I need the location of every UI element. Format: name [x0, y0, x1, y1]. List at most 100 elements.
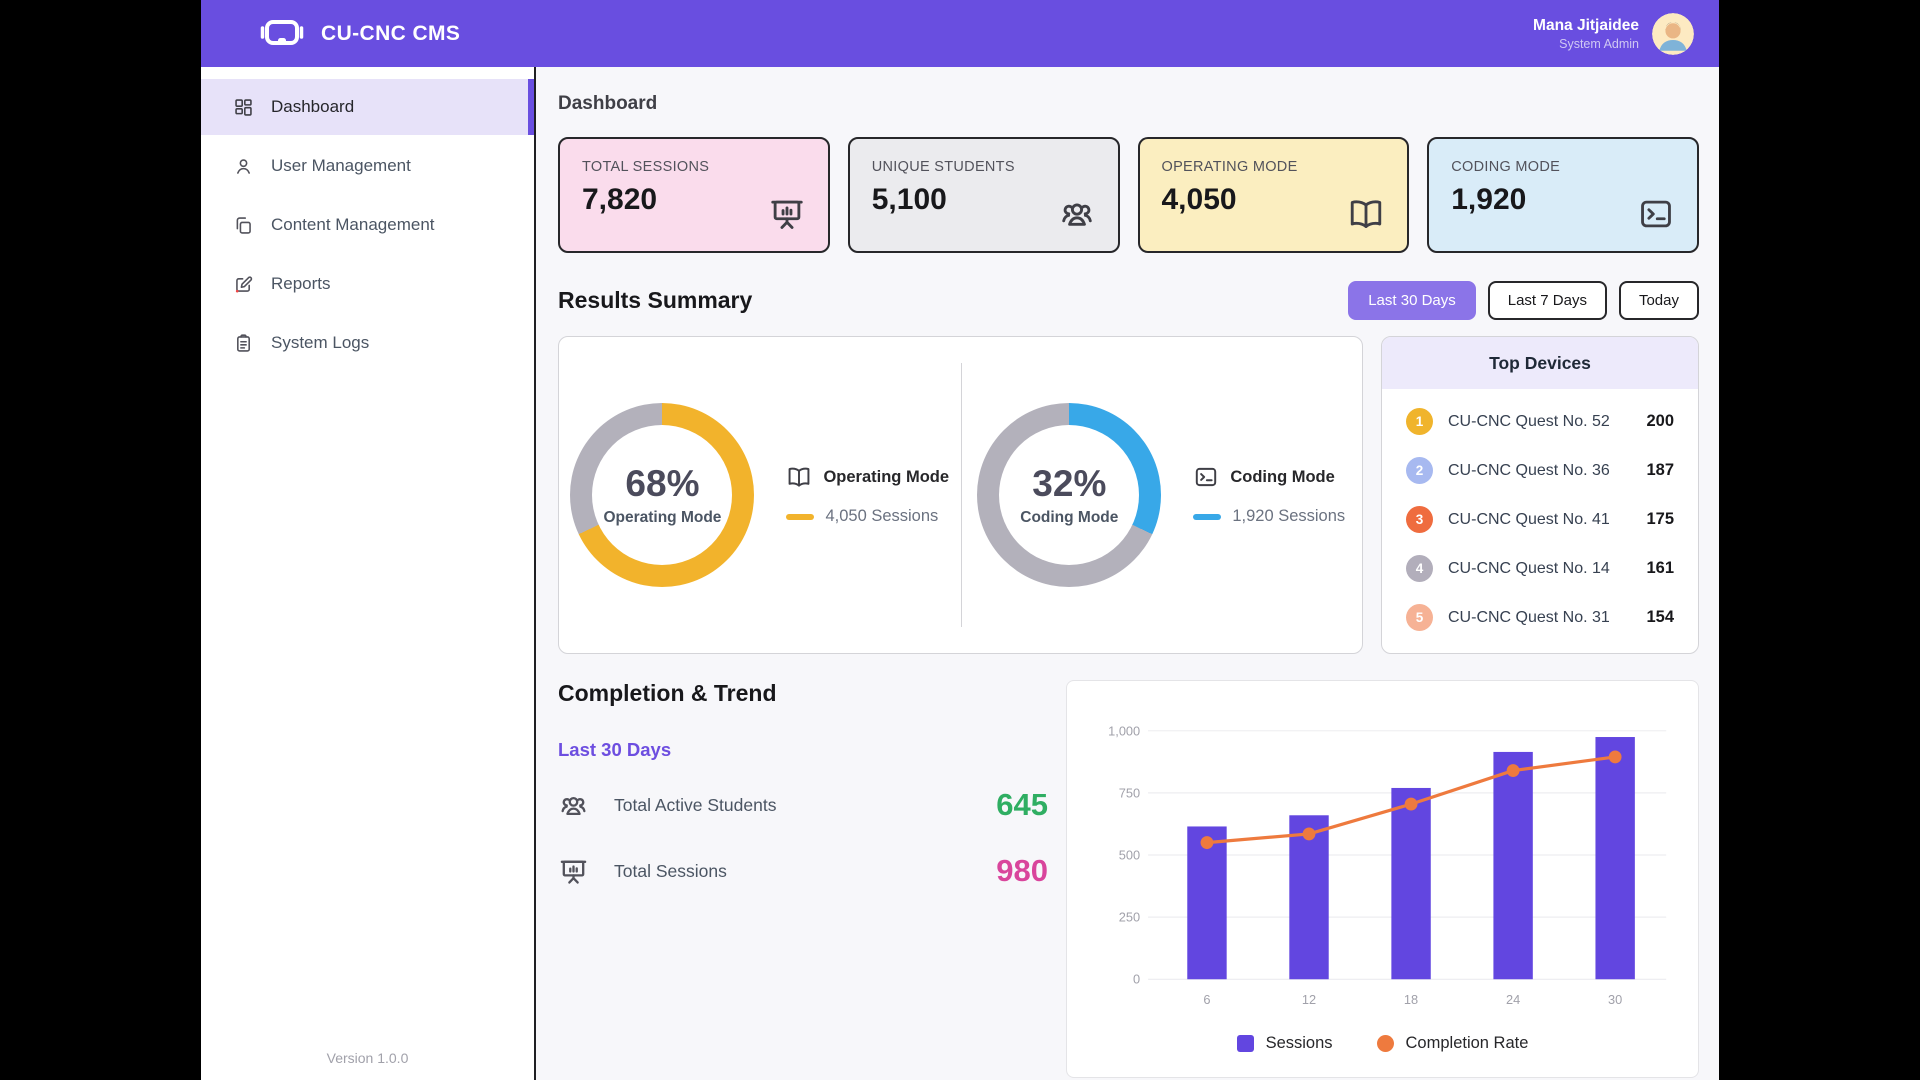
app-title: CU-CNC CMS — [321, 21, 461, 45]
sidebar-item-label: User Management — [271, 156, 411, 175]
donut-chart: 32% Coding Mode — [977, 403, 1162, 587]
sidebar-item-label: Dashboard — [271, 97, 355, 116]
filter-button-today[interactable]: Today — [1618, 281, 1699, 320]
trend-stat-value: 980 — [996, 853, 1048, 888]
filter-button-last-7-days[interactable]: Last 7 Days — [1487, 281, 1607, 320]
clipboard-icon — [233, 333, 254, 354]
rank-badge: 4 — [1406, 555, 1433, 582]
svg-text:24: 24 — [1506, 992, 1520, 1007]
trend-stat-label: Total Active Students — [614, 794, 777, 815]
svg-text:750: 750 — [1119, 785, 1140, 800]
time-filter-group: Last 30 Days Last 7 Days Today — [1348, 281, 1699, 320]
device-name: CU-CNC Quest No. 41 — [1448, 510, 1610, 528]
donut-panel-coding-mode: 32% Coding Mode Coding Mode 1,920 Sessions — [961, 337, 1363, 653]
donut-legend-value: 4,050 Sessions — [825, 507, 939, 525]
donut-panel-operating-mode: 68% Operating Mode Operating Mode 4,050 Ses… — [559, 337, 961, 653]
terminal-icon — [1637, 195, 1675, 233]
top-header-bar: CU-CNC CMS Mana Jitjaidee System Admin — [201, 0, 1719, 67]
user-name: Mana Jitjaidee — [1533, 16, 1639, 34]
completion-trend-heading: Completion & Trend — [558, 680, 777, 706]
presentation-chart-icon — [558, 856, 589, 887]
stat-cards-row: TOTAL SESSIONS 7,820 UNIQUE STUDENTS 5,100 O… — [558, 137, 1699, 253]
donut-center-label: Operating Mode — [603, 509, 722, 526]
stat-card-unique-students: UNIQUE STUDENTS 5,100 — [847, 137, 1120, 253]
sidebar-item-label: Reports — [271, 274, 331, 293]
svg-text:0: 0 — [1133, 972, 1140, 987]
sidebar-item-dashboard[interactable]: Dashboard — [201, 79, 534, 135]
svg-text:500: 500 — [1119, 847, 1140, 862]
legend-dash — [1193, 513, 1222, 520]
open-book-icon — [1347, 195, 1385, 233]
app-logo-icon — [257, 18, 307, 50]
stat-card-label: TOTAL SESSIONS — [582, 159, 710, 175]
sidebar: Dashboard User Management Content Manageme… — [201, 67, 536, 1080]
copy-icon — [233, 215, 254, 236]
main-content: Dashboard TOTAL SESSIONS 7,820 UNIQUE STUD… — [536, 67, 1719, 1080]
donut-legend-title: Operating Mode — [823, 467, 950, 486]
top-devices-title: Top Devices — [1382, 337, 1698, 389]
donut-legend-value: 1,920 Sessions — [1232, 507, 1346, 525]
donut-chart: 68% Operating Mode — [570, 403, 755, 587]
device-value: 187 — [1646, 461, 1674, 479]
donut-percent: 68% — [625, 463, 700, 504]
device-name: CU-CNC Quest No. 31 — [1448, 608, 1610, 626]
stat-card-label: OPERATING MODE — [1161, 159, 1298, 175]
stat-card-label: CODING MODE — [1451, 159, 1561, 175]
sidebar-item-user-management[interactable]: User Management — [201, 138, 534, 194]
users-group-icon — [558, 790, 589, 821]
user-role: System Admin — [1559, 36, 1639, 51]
stat-card-total-sessions: TOTAL SESSIONS 7,820 — [558, 137, 830, 253]
chart-legend: Sessions Completion Rate — [1087, 1019, 1678, 1067]
results-summary-heading: Results Summary — [558, 287, 753, 313]
version-label: Version 1.0.0 — [326, 1050, 409, 1066]
sessions-legend-swatch — [1236, 1034, 1254, 1052]
sidebar-item-reports[interactable]: Reports — [201, 256, 534, 312]
device-row: 3 CU-CNC Quest No. 41 175 — [1406, 495, 1674, 544]
trend-stat-label: Total Sessions — [614, 860, 727, 881]
open-book-icon — [786, 464, 812, 490]
sidebar-item-content-management[interactable]: Content Management — [201, 197, 534, 253]
brand: CU-CNC CMS — [257, 18, 460, 50]
results-summary-card: 68% Operating Mode Operating Mode 4,050 Ses… — [558, 336, 1363, 654]
completion-trend-chart: 0 250 500 750 1,000 6 12 18 24 30 — [1087, 701, 1678, 1019]
trend-stat-value: 645 — [996, 787, 1048, 822]
donut-legend-title: Coding Mode — [1230, 467, 1335, 486]
device-row: 1 CU-CNC Quest No. 52 200 — [1406, 397, 1674, 446]
terminal-icon — [1193, 464, 1219, 490]
rank-badge: 3 — [1406, 506, 1433, 533]
app-window: CU-CNC CMS Mana Jitjaidee System Admin D… — [201, 0, 1719, 1080]
stat-card-coding-mode: CODING MODE 1,920 — [1427, 137, 1699, 253]
device-row: 2 CU-CNC Quest No. 36 187 — [1406, 446, 1674, 495]
stat-card-operating-mode: OPERATING MODE 4,050 — [1137, 137, 1410, 253]
completion-rate-legend-swatch — [1376, 1034, 1394, 1052]
user-menu[interactable]: Mana Jitjaidee System Admin — [1533, 12, 1694, 55]
device-name: CU-CNC Quest No. 36 — [1448, 461, 1610, 479]
device-row: 4 CU-CNC Quest No. 14 161 — [1406, 544, 1674, 593]
stat-card-label: UNIQUE STUDENTS — [871, 159, 1015, 175]
page-title: Dashboard — [558, 93, 658, 114]
user-icon — [233, 156, 254, 177]
filter-button-last-30-days[interactable]: Last 30 Days — [1348, 281, 1476, 320]
svg-text:18: 18 — [1404, 992, 1418, 1007]
donut-center-label: Coding Mode — [1020, 509, 1119, 526]
top-devices-card: Top Devices 1 CU-CNC Quest No. 52 200 2 CU-C… — [1381, 336, 1699, 654]
svg-text:250: 250 — [1119, 910, 1140, 925]
rank-badge: 1 — [1406, 408, 1433, 435]
avatar[interactable] — [1652, 12, 1694, 55]
device-value: 161 — [1646, 559, 1674, 577]
sessions-legend-label: Sessions — [1265, 1033, 1333, 1052]
legend-dash — [786, 513, 815, 520]
trend-stat-total-sessions: Total Sessions 980 — [558, 853, 1048, 889]
svg-text:30: 30 — [1608, 992, 1622, 1007]
rank-badge: 2 — [1406, 457, 1433, 484]
trend-stat-total-active-students: Total Active Students 645 — [558, 787, 1048, 823]
trend-chart-card: 0 250 500 750 1,000 6 12 18 24 30 Sessions Comple… — [1066, 680, 1699, 1078]
svg-text:6: 6 — [1203, 992, 1210, 1007]
sidebar-item-label: Content Management — [271, 215, 435, 234]
device-name: CU-CNC Quest No. 52 — [1448, 412, 1610, 430]
rank-badge: 5 — [1406, 604, 1433, 631]
users-group-icon — [1058, 195, 1096, 233]
sidebar-item-label: System Logs — [271, 333, 370, 352]
divider — [960, 363, 962, 627]
sidebar-item-system-logs[interactable]: System Logs — [201, 315, 534, 371]
